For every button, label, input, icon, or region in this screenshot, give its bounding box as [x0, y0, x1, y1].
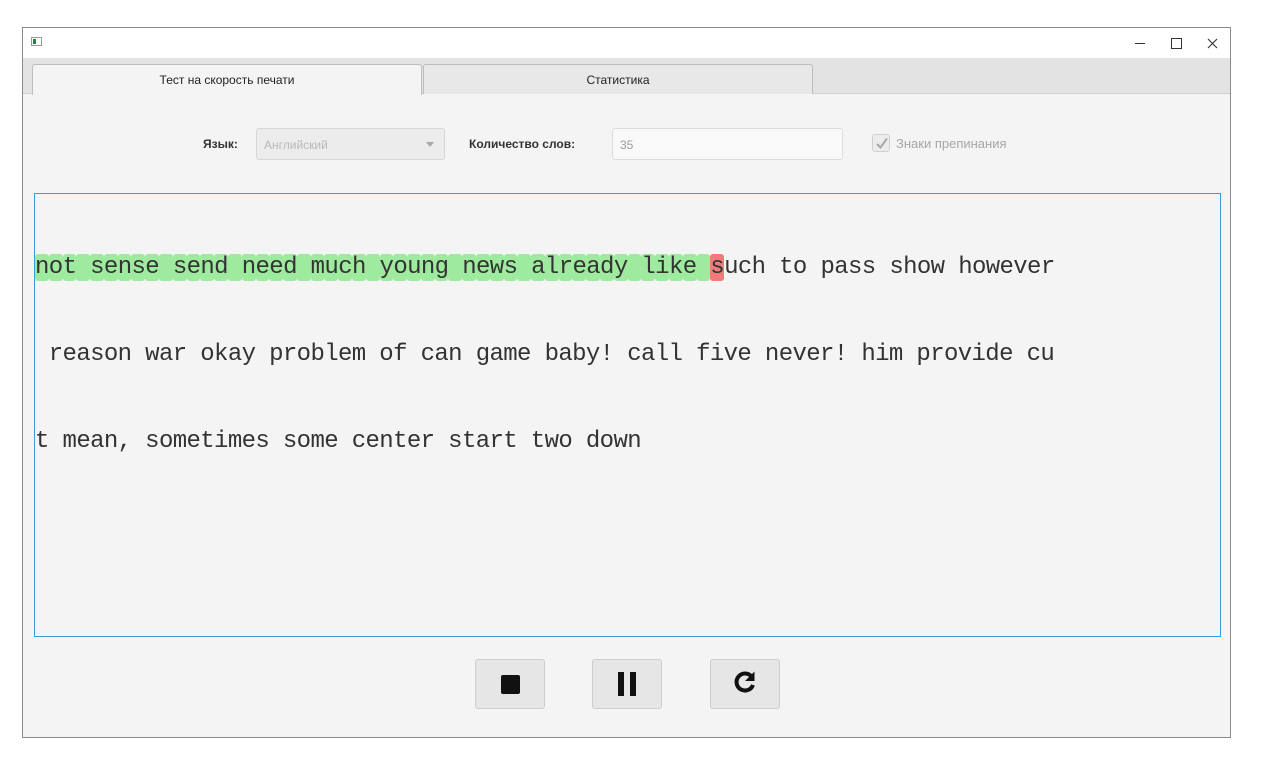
tab-statistics[interactable]: Статистика [423, 64, 813, 94]
close-button[interactable] [1194, 28, 1230, 58]
typed-correct-char: n [200, 254, 215, 281]
typed-correct-char: n [35, 254, 49, 281]
typed-correct-char: l [641, 254, 656, 281]
restart-button[interactable] [710, 659, 780, 709]
typed-correct-char: e [145, 254, 160, 281]
typed-correct-char: r [558, 254, 573, 281]
typed-correct-char: a [586, 254, 601, 281]
text-line-3: t mean, sometimes some center start two … [35, 428, 642, 455]
tab-typing-test-label: Тест на скорость печати [159, 73, 295, 87]
typed-correct-char [365, 254, 380, 281]
typed-correct-char: s [131, 254, 146, 281]
pause-button[interactable] [592, 659, 662, 709]
typed-correct-char: u [407, 254, 421, 281]
typed-correct-char: n [241, 254, 256, 281]
control-bar [23, 659, 1230, 709]
typed-correct-char: t [62, 254, 77, 281]
punctuation-label: Знаки препинания [896, 135, 1007, 151]
typed-correct-char: d [600, 254, 614, 281]
word-count-input[interactable]: 35 [612, 128, 843, 160]
typed-correct-char: u [324, 254, 339, 281]
typed-correct-char: e [103, 254, 118, 281]
typed-correct-char: s [90, 254, 105, 281]
typed-correct-char: o [48, 254, 63, 281]
tab-typing-test[interactable]: Тест на скорость печати [32, 64, 422, 95]
typed-correct-char: m [310, 254, 325, 281]
typed-correct-char [296, 254, 311, 281]
typed-correct-char: e [476, 254, 490, 281]
typed-correct-char: l [544, 254, 559, 281]
typed-correct-char: w [489, 254, 504, 281]
language-select[interactable]: Английский [256, 128, 445, 160]
typed-correct-char: n [117, 254, 132, 281]
typed-correct-char: y [613, 254, 628, 281]
typed-correct-char: e [255, 254, 270, 281]
typed-correct-char: a [531, 254, 546, 281]
typed-correct-char: d [214, 254, 229, 281]
tab-statistics-label: Статистика [586, 72, 650, 87]
typed-correct-char [76, 254, 91, 281]
language-label: Язык: [203, 137, 238, 151]
typed-correct-char: e [682, 254, 697, 281]
close-icon [1207, 38, 1217, 48]
typed-correct-char: d [283, 254, 297, 281]
window-controls [1122, 28, 1230, 58]
text-line-1: not sense send need much young news alre… [35, 253, 1220, 282]
typing-text: not sense send need much young news alre… [35, 195, 1220, 514]
typed-correct-char: n [420, 254, 435, 281]
remaining-text: uch to pass show however [724, 254, 1055, 281]
typed-correct-text: not sense send need much young news alre… [35, 254, 711, 281]
typed-correct-char [448, 254, 463, 281]
title-bar [23, 28, 1230, 58]
restart-icon [732, 669, 758, 699]
typed-correct-char [159, 254, 173, 281]
word-count-label: Количество слов: [469, 137, 576, 151]
tab-strip: Тест на скорость печати Статистика [23, 58, 1230, 95]
typed-correct-char: c [338, 254, 353, 281]
typed-correct-char: s [503, 254, 518, 281]
typed-correct-char: o [393, 254, 408, 281]
stop-button[interactable] [475, 659, 545, 709]
typed-correct-char: h [351, 254, 366, 281]
typed-correct-char [696, 254, 711, 281]
typed-correct-char: k [668, 254, 683, 281]
typed-correct-char: y [379, 254, 394, 281]
settings-row: Язык: Английский Количество слов: 35 Зна… [23, 128, 1230, 160]
typed-correct-char: e [572, 254, 587, 281]
typing-text-area[interactable]: not sense send need much young news alre… [34, 193, 1221, 637]
typed-correct-char: e [269, 254, 284, 281]
typed-correct-char: n [462, 254, 477, 281]
checkmark-icon [876, 137, 888, 150]
pause-icon [618, 672, 636, 696]
chevron-down-icon [426, 142, 434, 147]
punctuation-toggle[interactable]: Знаки препинания [872, 134, 1007, 152]
typed-correct-char: i [655, 254, 670, 281]
app-icon [31, 37, 42, 46]
typed-error-char: s [710, 254, 725, 281]
punctuation-checkbox[interactable] [872, 134, 890, 152]
typed-correct-char [517, 254, 532, 281]
typed-correct-char: s [172, 254, 187, 281]
language-select-value: Английский [264, 138, 328, 152]
typed-correct-char [227, 254, 242, 281]
stop-icon [500, 674, 520, 694]
typed-correct-char: e [186, 254, 201, 281]
typed-correct-char [627, 254, 642, 281]
word-count-value: 35 [620, 138, 634, 152]
typed-correct-char: g [434, 254, 449, 281]
text-line-2: reason war okay problem of can game baby… [35, 341, 1055, 368]
maximize-button[interactable] [1158, 28, 1194, 58]
minimize-button[interactable] [1122, 28, 1158, 58]
app-window: Тест на скорость печати Статистика Язык:… [22, 27, 1231, 738]
